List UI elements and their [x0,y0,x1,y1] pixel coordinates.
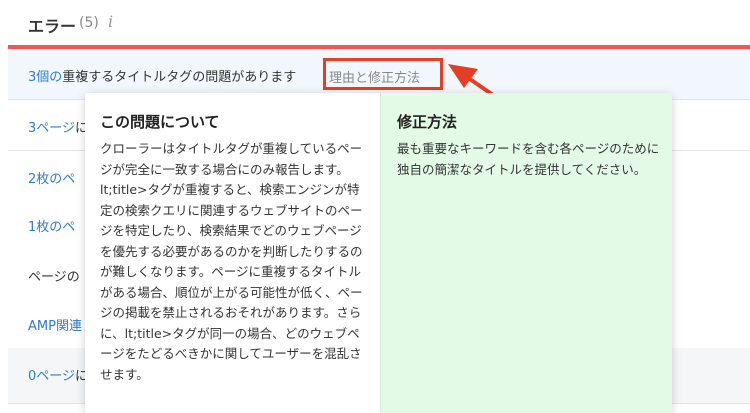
how-to-fix-panel: 修正方法 最も重要なキーワードを含む各ページのために独自の簡潔なタイトルを提供し… [380,93,672,413]
row-link[interactable]: 0ページ [28,369,75,384]
issue-count-link[interactable]: 3個の [28,70,62,85]
error-count: (5) [79,15,99,31]
annotation-highlight-box [323,58,443,90]
about-issue-body: クローラーはタイトルタグが重複しているページが完全に一致する場合にのみ報告します… [100,141,363,382]
row-link[interactable]: AMP関連 [28,319,82,334]
section-title: エラー [28,17,77,36]
issue-info-popover: この問題について クローラーはタイトルタグが重複しているページが完全に一致する場… [85,93,672,413]
row-link[interactable]: 2枚のペ [28,172,75,187]
issue-text: 重複するタイトルタグの問題があります [62,70,297,85]
row-link[interactable]: 1枚のペ [28,220,75,235]
how-to-fix-body: 最も重要なキーワードを含む各ページのために独自の簡潔なタイトルを提供してください… [397,141,660,177]
about-issue-panel: この問題について クローラーはタイトルタグが重複しているページが完全に一致する場… [85,93,380,413]
issue-description: 3個の重複するタイトルタグの問題があります [28,66,296,85]
row-text: ページの [28,270,80,285]
about-issue-title: この問題について [100,113,220,131]
row-link[interactable]: 3ページ [28,121,75,136]
info-icon[interactable]: i [108,12,113,31]
errors-header: エラー (5) i [0,0,750,46]
how-to-fix-title: 修正方法 [397,113,458,131]
